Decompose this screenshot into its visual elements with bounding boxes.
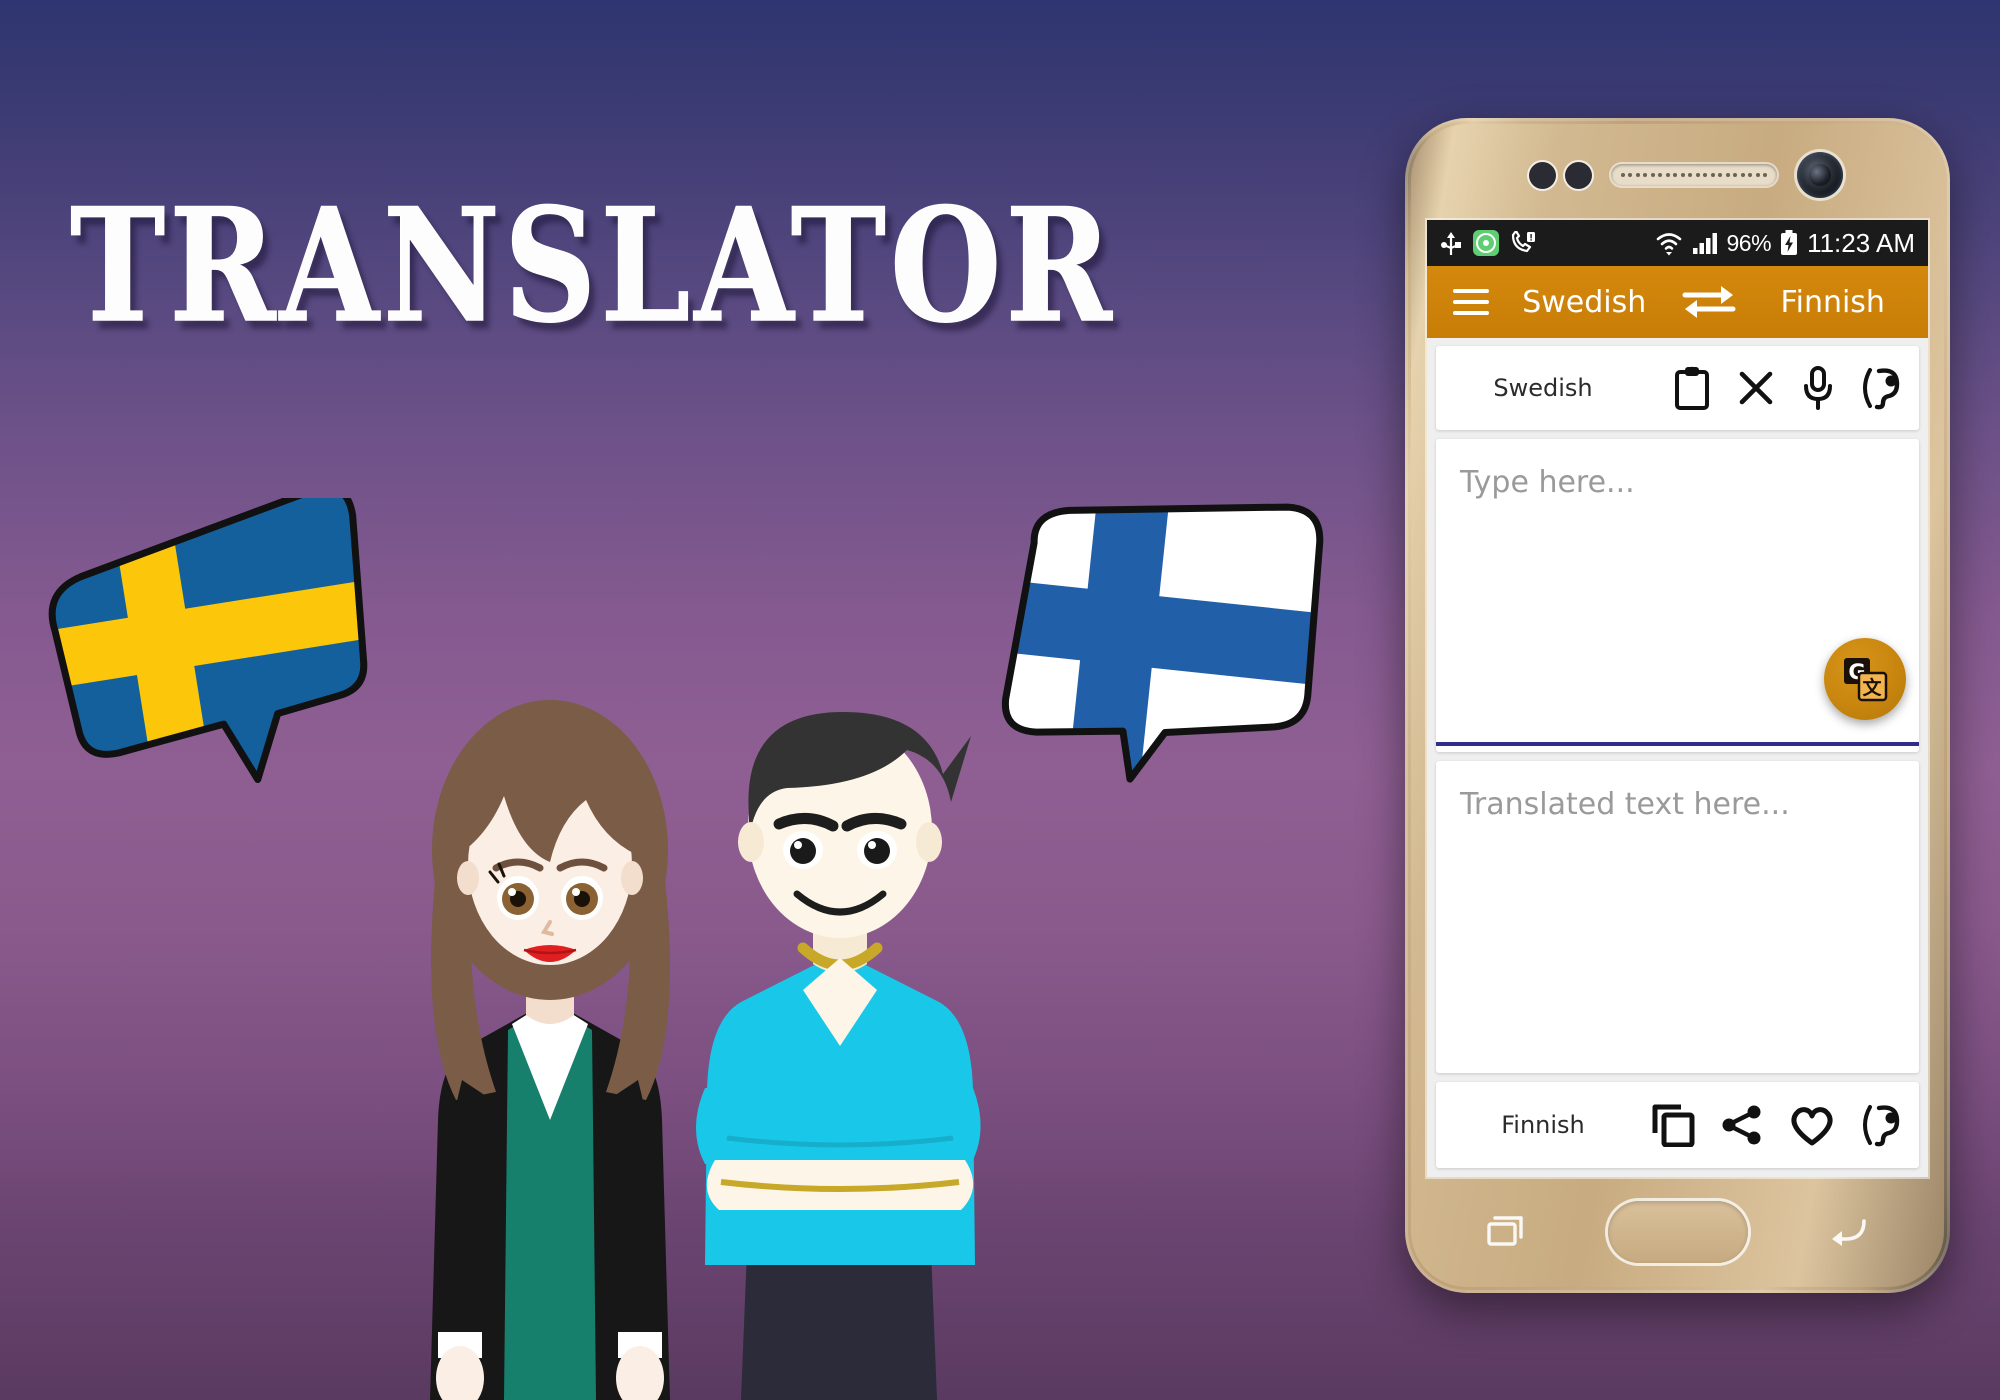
clipboard-icon[interactable] bbox=[1673, 366, 1711, 410]
status-bar: 96% 11:23 AM bbox=[1427, 220, 1928, 266]
battery-percent-label: 96% bbox=[1726, 229, 1772, 256]
translated-text-card[interactable]: Translated text here... bbox=[1436, 760, 1919, 1073]
sensor-dot bbox=[1565, 162, 1592, 189]
svg-text:文: 文 bbox=[1862, 676, 1882, 699]
finnish-flag-bubble bbox=[995, 487, 1335, 787]
translator-body: Swedish Type here... Translated text her… bbox=[1427, 338, 1928, 1177]
proximity-sensors bbox=[1529, 162, 1592, 189]
charging-battery-icon bbox=[1780, 230, 1798, 256]
microphone-icon[interactable] bbox=[1801, 366, 1835, 410]
earpiece-speaker bbox=[1611, 164, 1777, 186]
translated-text-placeholder: Translated text here... bbox=[1460, 786, 1790, 822]
source-language-label: Swedish bbox=[1493, 374, 1593, 402]
hamburger-menu-icon[interactable] bbox=[1439, 289, 1503, 315]
source-toolbar: Swedish bbox=[1436, 346, 1919, 430]
google-translate-icon: G 文 bbox=[1844, 658, 1888, 702]
status-bar-clock: 11:23 AM bbox=[1807, 227, 1915, 258]
target-language-label: Finnish bbox=[1501, 1111, 1585, 1139]
source-text-placeholder: Type here... bbox=[1460, 465, 1635, 500]
target-toolbar: Finnish bbox=[1436, 1082, 1919, 1168]
phone-screen: 96% 11:23 AM Swedish Finnish Swedish Typ… bbox=[1427, 220, 1928, 1177]
wifi-icon bbox=[1655, 230, 1683, 256]
smartphone-mockup: 96% 11:23 AM Swedish Finnish Swedish Typ… bbox=[1405, 118, 1950, 1293]
screen-recorder-icon bbox=[1473, 230, 1499, 256]
input-underline bbox=[1436, 741, 1919, 746]
sensor-dot bbox=[1529, 162, 1556, 189]
front-camera bbox=[1797, 152, 1843, 198]
listen-ear-icon[interactable] bbox=[1861, 366, 1903, 410]
swedish-flag-bubble bbox=[40, 498, 370, 788]
close-x-icon[interactable] bbox=[1737, 369, 1775, 407]
translate-button[interactable]: G 文 bbox=[1824, 638, 1906, 720]
copy-icon[interactable] bbox=[1651, 1103, 1695, 1147]
home-button[interactable] bbox=[1607, 1201, 1748, 1263]
heart-icon[interactable] bbox=[1789, 1104, 1835, 1146]
recent-apps-icon[interactable] bbox=[1487, 1215, 1525, 1249]
usb-icon bbox=[1440, 230, 1462, 256]
share-icon[interactable] bbox=[1721, 1104, 1763, 1146]
signal-icon bbox=[1692, 231, 1718, 255]
swap-arrows-icon[interactable] bbox=[1666, 282, 1752, 322]
appbar-target-language[interactable]: Finnish bbox=[1752, 285, 1929, 320]
phone-body: 96% 11:23 AM Swedish Finnish Swedish Typ… bbox=[1411, 124, 1944, 1287]
listen-ear-icon[interactable] bbox=[1861, 1103, 1903, 1147]
app-bar: Swedish Finnish bbox=[1427, 266, 1928, 338]
female-character bbox=[400, 700, 700, 1400]
appbar-source-language[interactable]: Swedish bbox=[1503, 285, 1666, 320]
back-arrow-icon[interactable] bbox=[1828, 1215, 1868, 1249]
page-title: TRANSLATOR bbox=[70, 174, 1116, 358]
promo-banner: TRANSLATOR 96% 11:23 AM Swedish Finnish … bbox=[0, 0, 2000, 1400]
missed-call-icon bbox=[1510, 231, 1536, 255]
male-character bbox=[675, 690, 1005, 1400]
